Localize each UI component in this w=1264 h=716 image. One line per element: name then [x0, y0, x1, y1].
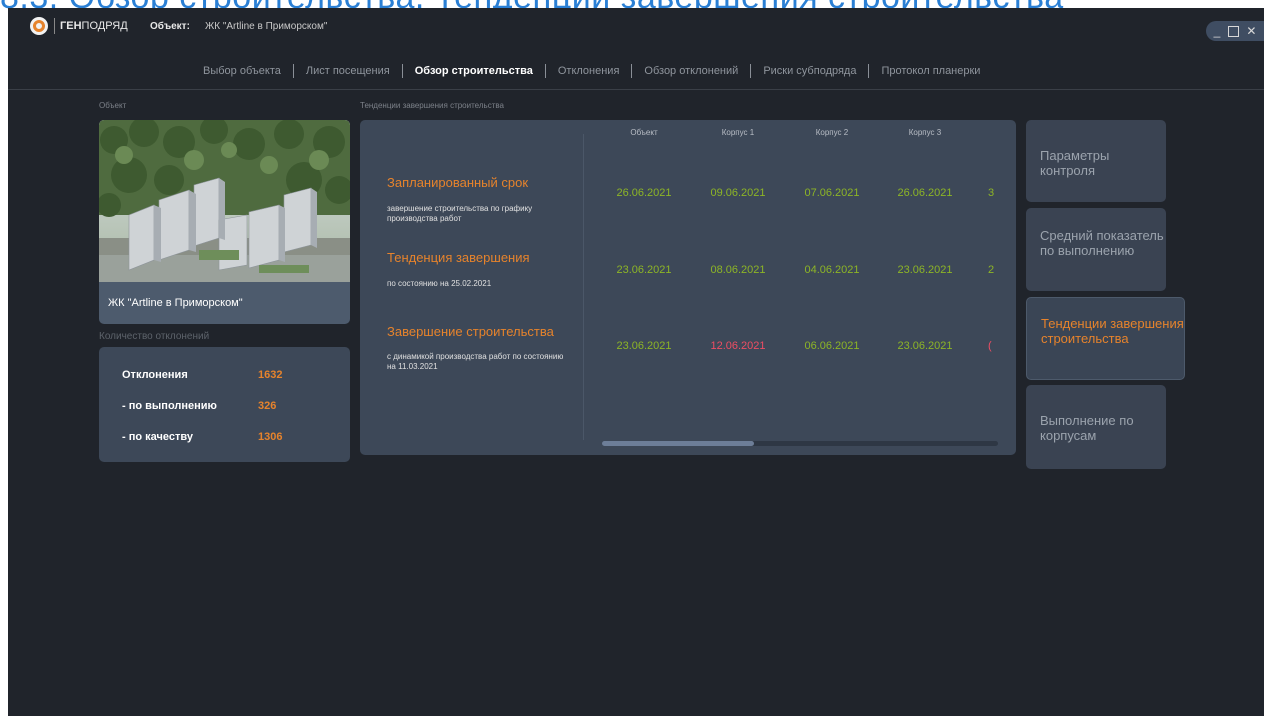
column-header: Корпус 3: [908, 128, 942, 137]
completion-trend-subtitle: по состоянию на 25.02.2021: [387, 279, 492, 288]
tab-object-select[interactable]: Выбор объекта: [191, 65, 293, 77]
deviations-total-value[interactable]: 1632: [258, 369, 282, 381]
table-cell: 09.06.2021: [710, 187, 766, 199]
deviations-card: Отклонения 1632 - по выполнению 326 - по…: [99, 347, 350, 462]
tab-subcontract-risks[interactable]: Риски субподряда: [751, 65, 868, 77]
construction-completion-subtitle: с динамикой производства работ по состоя…: [387, 352, 564, 371]
horizontal-scrollbar[interactable]: [602, 441, 998, 446]
table-cell: 26.06.2021: [616, 187, 672, 199]
deviations-section-label: Количество отклонений: [99, 331, 210, 342]
completion-trend-title: Тенденция завершения: [387, 250, 530, 265]
object-section-label: Объект: [99, 101, 127, 110]
brand-name: ГЕНПОДРЯД: [60, 20, 128, 32]
logo-divider: [54, 18, 55, 34]
table-cell: 08.06.2021: [710, 264, 766, 276]
app-window: ГЕНПОДРЯД Объект: ЖК "Artline в Приморск…: [8, 8, 1264, 716]
nav-average-execution[interactable]: Средний показатель по выполнению: [1026, 208, 1166, 291]
object-card[interactable]: ЖК "Artline в Приморском": [99, 120, 350, 324]
table-cell: 07.06.2021: [804, 187, 860, 199]
deviations-quality-value[interactable]: 1306: [258, 431, 282, 443]
nav-completion-trends[interactable]: Тенденции завершения строительства: [1026, 297, 1185, 380]
tab-construction-overview[interactable]: Обзор строительства: [403, 65, 545, 77]
construction-completion-title: Завершение строительства: [387, 324, 554, 339]
object-photo: [99, 120, 350, 282]
column-header: Объект: [630, 128, 658, 137]
trends-panel: Запланированный срок завершение строител…: [360, 120, 1016, 455]
object-label: Объект:: [150, 21, 190, 32]
deviations-execution-value[interactable]: 326: [258, 400, 276, 412]
table-cell: 23.06.2021: [616, 264, 672, 276]
trends-divider: [583, 134, 584, 440]
maximize-icon[interactable]: [1227, 25, 1239, 37]
table-cell: 04.06.2021: [804, 264, 860, 276]
table-cell: 23.06.2021: [897, 340, 953, 352]
close-icon[interactable]: ✕: [1246, 25, 1256, 37]
deviations-execution-label: - по выполнению: [122, 400, 217, 412]
table-cell-overflow: (: [988, 340, 992, 352]
planned-date-subtitle: завершение строительства по графику прои…: [387, 204, 533, 223]
main-tabs: Выбор объекта Лист посещения Обзор строи…: [191, 64, 992, 78]
tab-deviations[interactable]: Отклонения: [546, 65, 632, 77]
tab-meeting-protocol[interactable]: Протокол планерки: [869, 65, 992, 77]
nav-execution-by-buildings[interactable]: Выполнение по корпусам: [1026, 385, 1166, 469]
tab-visit-sheet[interactable]: Лист посещения: [294, 65, 402, 77]
trends-section-label: Тенденции завершения строительства: [360, 101, 504, 110]
object-value: ЖК "Artline в Приморском": [205, 21, 328, 32]
app-logo: ГЕНПОДРЯД: [30, 17, 128, 35]
column-header: Корпус 2: [815, 128, 849, 137]
tab-deviations-overview[interactable]: Обзор отклонений: [632, 65, 750, 77]
search-logo-icon: [30, 17, 48, 35]
deviations-total-label: Отклонения: [122, 369, 188, 381]
deviations-quality-label: - по качеству: [122, 431, 193, 443]
minimize-icon[interactable]: _: [1214, 25, 1221, 37]
table-cell-overflow: 3: [988, 187, 995, 199]
planned-date-title: Запланированный срок: [387, 175, 529, 190]
nav-control-parameters[interactable]: Параметры контроля: [1026, 120, 1166, 202]
table-cell: 26.06.2021: [897, 187, 953, 199]
table-cell: 23.06.2021: [897, 264, 953, 276]
table-cell: 12.06.2021: [710, 340, 766, 352]
table-cell-overflow: 2: [988, 264, 995, 276]
object-name: ЖК "Artline в Приморском": [108, 297, 243, 309]
window-controls: _ ✕: [1206, 21, 1264, 41]
table-cell: 23.06.2021: [616, 340, 672, 352]
table-cell: 06.06.2021: [804, 340, 860, 352]
header-divider: [8, 89, 1264, 90]
column-header: Корпус 1: [721, 128, 755, 137]
scrollbar-thumb[interactable]: [602, 441, 754, 446]
